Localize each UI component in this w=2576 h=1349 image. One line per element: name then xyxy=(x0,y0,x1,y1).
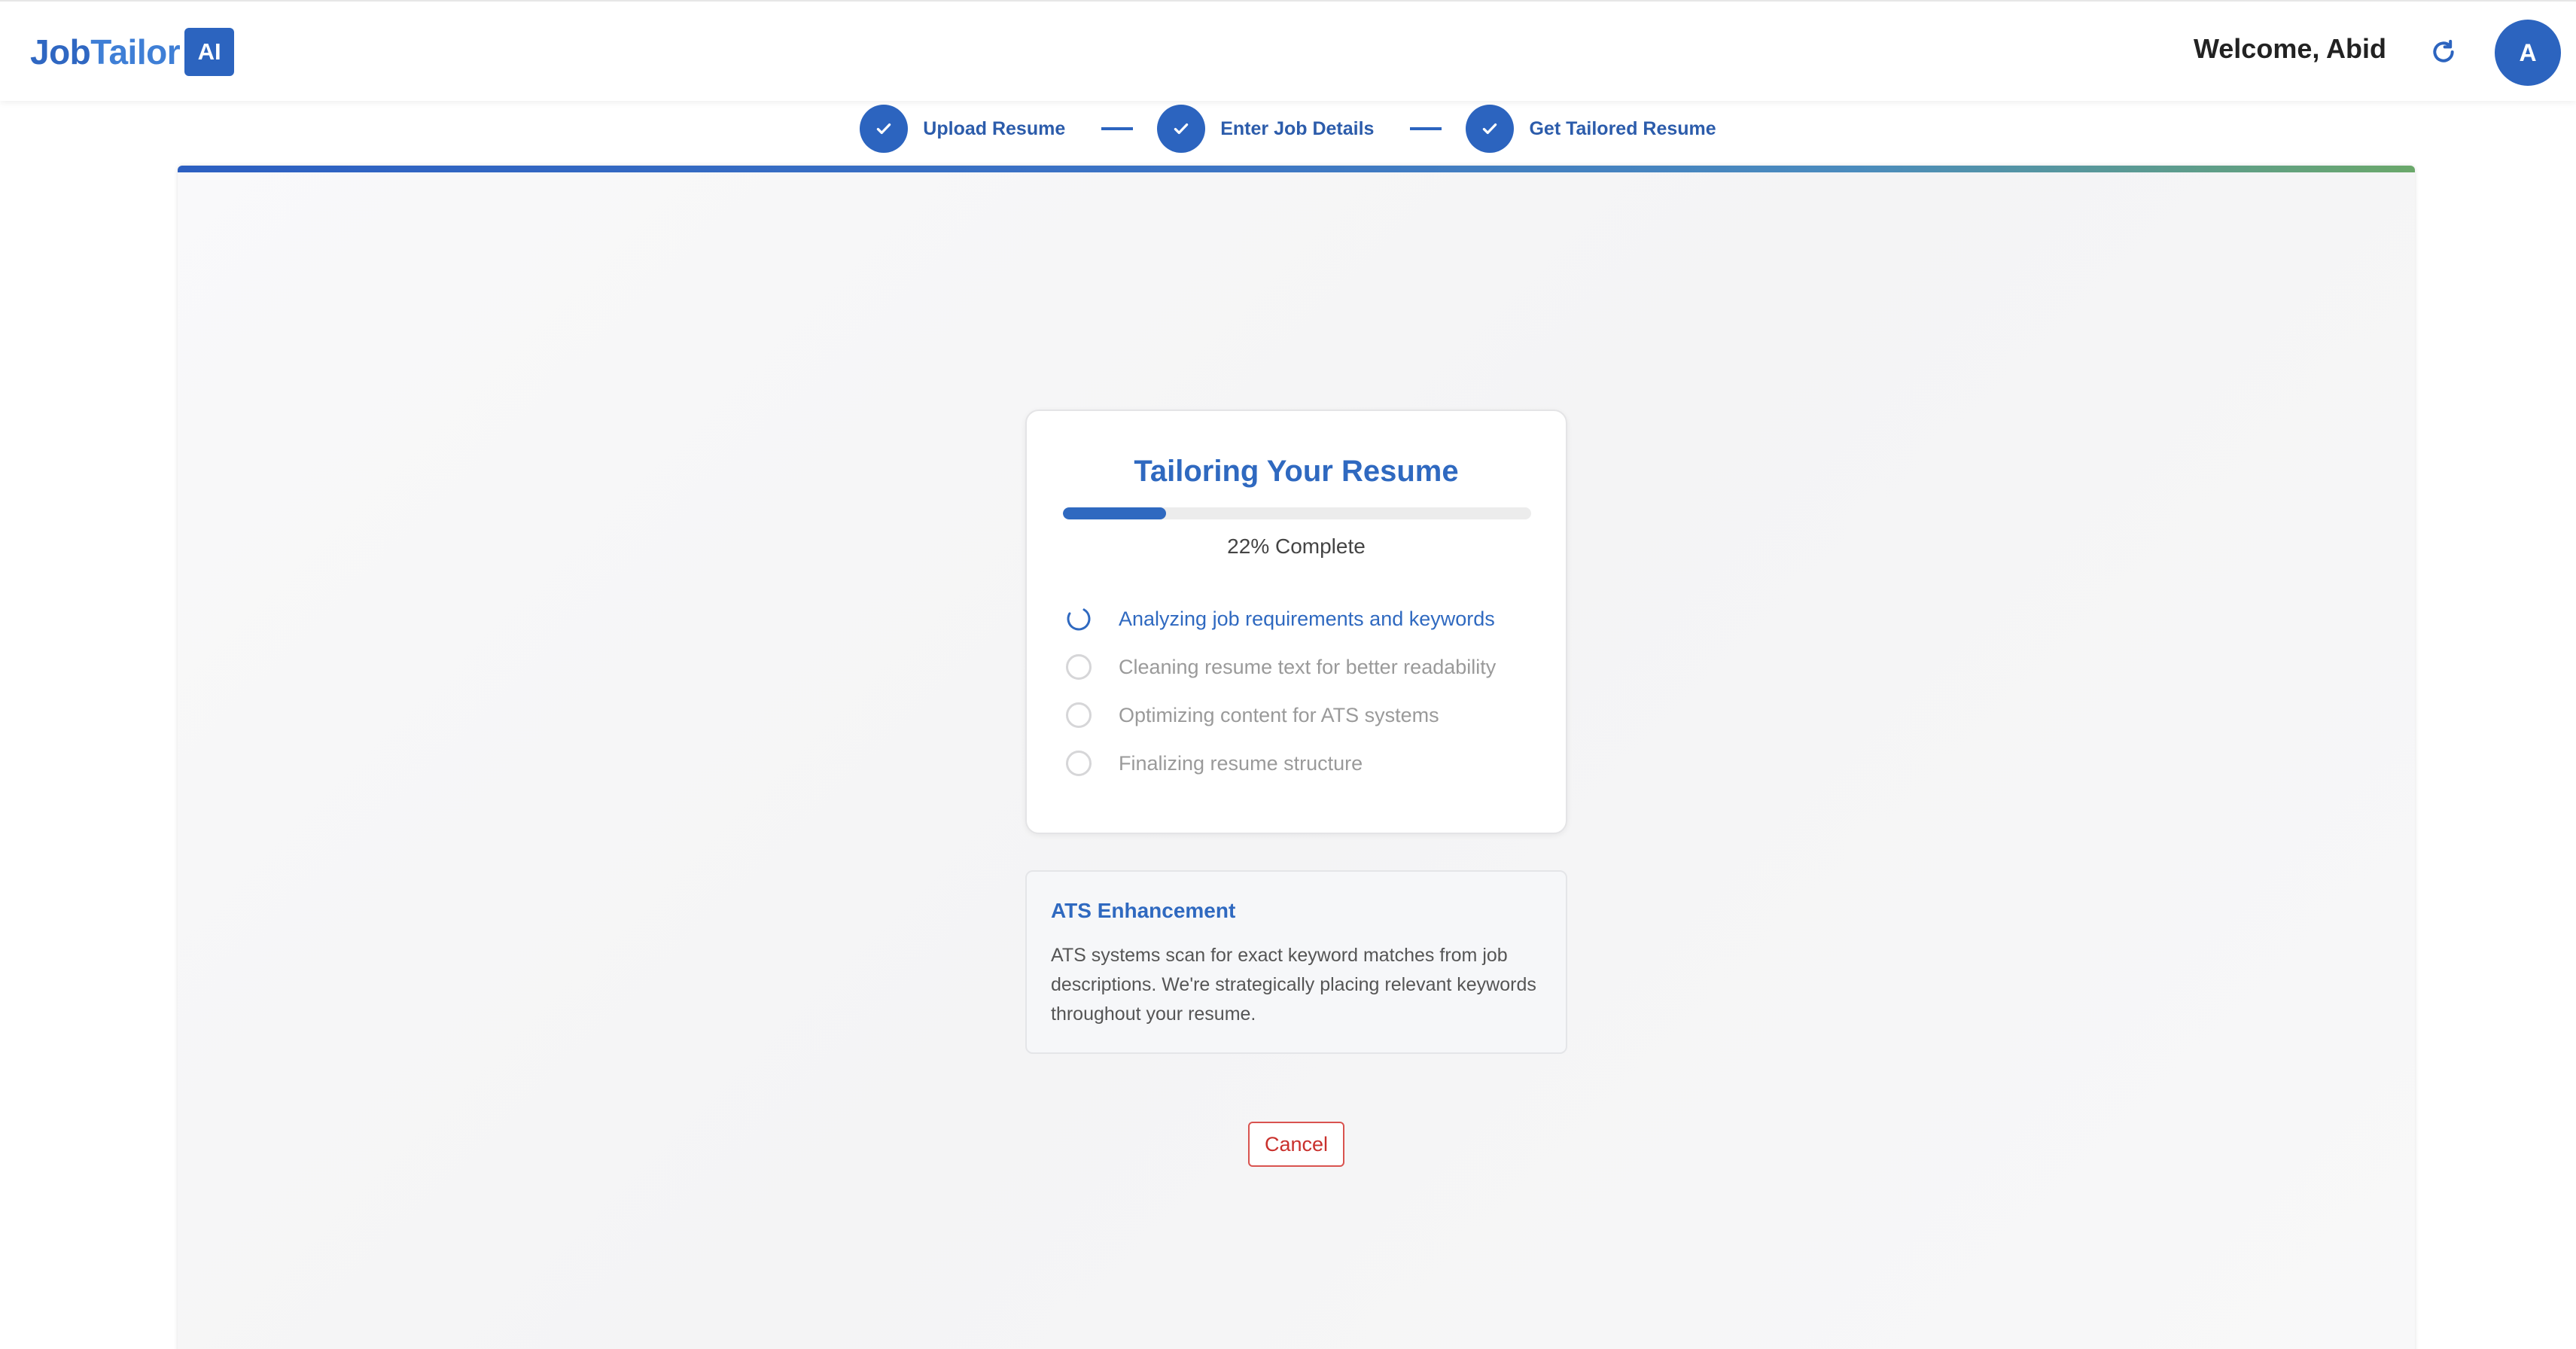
panel-accent-bar xyxy=(178,166,2415,172)
step-connector xyxy=(1410,127,1442,130)
task-label: Finalizing resume structure xyxy=(1119,751,1363,775)
task-item: Analyzing job requirements and keywords xyxy=(1066,595,1548,643)
task-label: Cleaning resume text for better readabil… xyxy=(1119,655,1497,678)
task-label: Analyzing job requirements and keywords xyxy=(1119,607,1495,630)
brand-name: JobTailor xyxy=(30,32,181,72)
check-icon xyxy=(1483,123,1497,135)
step-label: Get Tailored Resume xyxy=(1529,117,1716,139)
step-complete-badge xyxy=(1157,105,1206,153)
progress-percent-label: 22% Complete xyxy=(1227,534,1366,558)
progress-stepper: Upload Resume Enter Job Details Get Tail… xyxy=(0,104,2576,154)
task-label: Optimizing content for ATS systems xyxy=(1119,703,1439,726)
pending-circle-icon xyxy=(1066,751,1092,776)
step-label: Enter Job Details xyxy=(1220,117,1375,139)
task-item: Optimizing content for ATS systems xyxy=(1066,691,1548,739)
tip-title: ATS Enhancement xyxy=(1051,899,1236,922)
task-list: Analyzing job requirements and keywords … xyxy=(1066,595,1548,787)
pending-circle-icon xyxy=(1066,702,1092,728)
step-connector xyxy=(1101,127,1134,130)
task-item: Finalizing resume structure xyxy=(1066,739,1548,787)
step-enter-job-details: Enter Job Details xyxy=(1157,105,1374,153)
check-icon xyxy=(877,123,891,135)
ats-tip-card: ATS Enhancement ATS systems scan for exa… xyxy=(1025,870,1567,1054)
task-item: Cleaning resume text for better readabil… xyxy=(1066,643,1548,691)
user-avatar[interactable]: A xyxy=(2495,20,2561,86)
check-icon xyxy=(1174,123,1189,135)
progress-title: Tailoring Your Resume xyxy=(1134,455,1459,488)
step-label: Upload Resume xyxy=(923,117,1066,139)
brand-name-accent: Tailor xyxy=(90,32,181,72)
brand-badge: AI xyxy=(184,28,235,76)
step-get-tailored-resume: Get Tailored Resume xyxy=(1466,105,1716,153)
loading-spinner-icon xyxy=(1067,607,1091,631)
tip-body: ATS systems scan for exact keyword match… xyxy=(1051,945,1536,1025)
tailoring-progress-card: Tailoring Your Resume 22% Complete Analy… xyxy=(1025,410,1567,834)
step-complete-badge xyxy=(1466,105,1515,153)
cancel-button[interactable]: Cancel xyxy=(1248,1122,1344,1167)
step-complete-badge xyxy=(860,105,909,153)
step-upload-resume: Upload Resume xyxy=(860,105,1065,153)
pending-circle-icon xyxy=(1066,654,1092,680)
welcome-message: Welcome, Abid xyxy=(2193,33,2386,64)
refresh-icon xyxy=(2433,39,2454,62)
progress-bar-fill xyxy=(1063,507,1166,519)
refresh-button[interactable] xyxy=(2426,35,2461,69)
brand-logo[interactable]: JobTailor AI xyxy=(30,27,235,77)
brand-name-main: Job xyxy=(30,32,91,72)
progress-bar xyxy=(1063,507,1531,519)
app-header: JobTailor AI Welcome, Abid A xyxy=(0,0,2576,101)
